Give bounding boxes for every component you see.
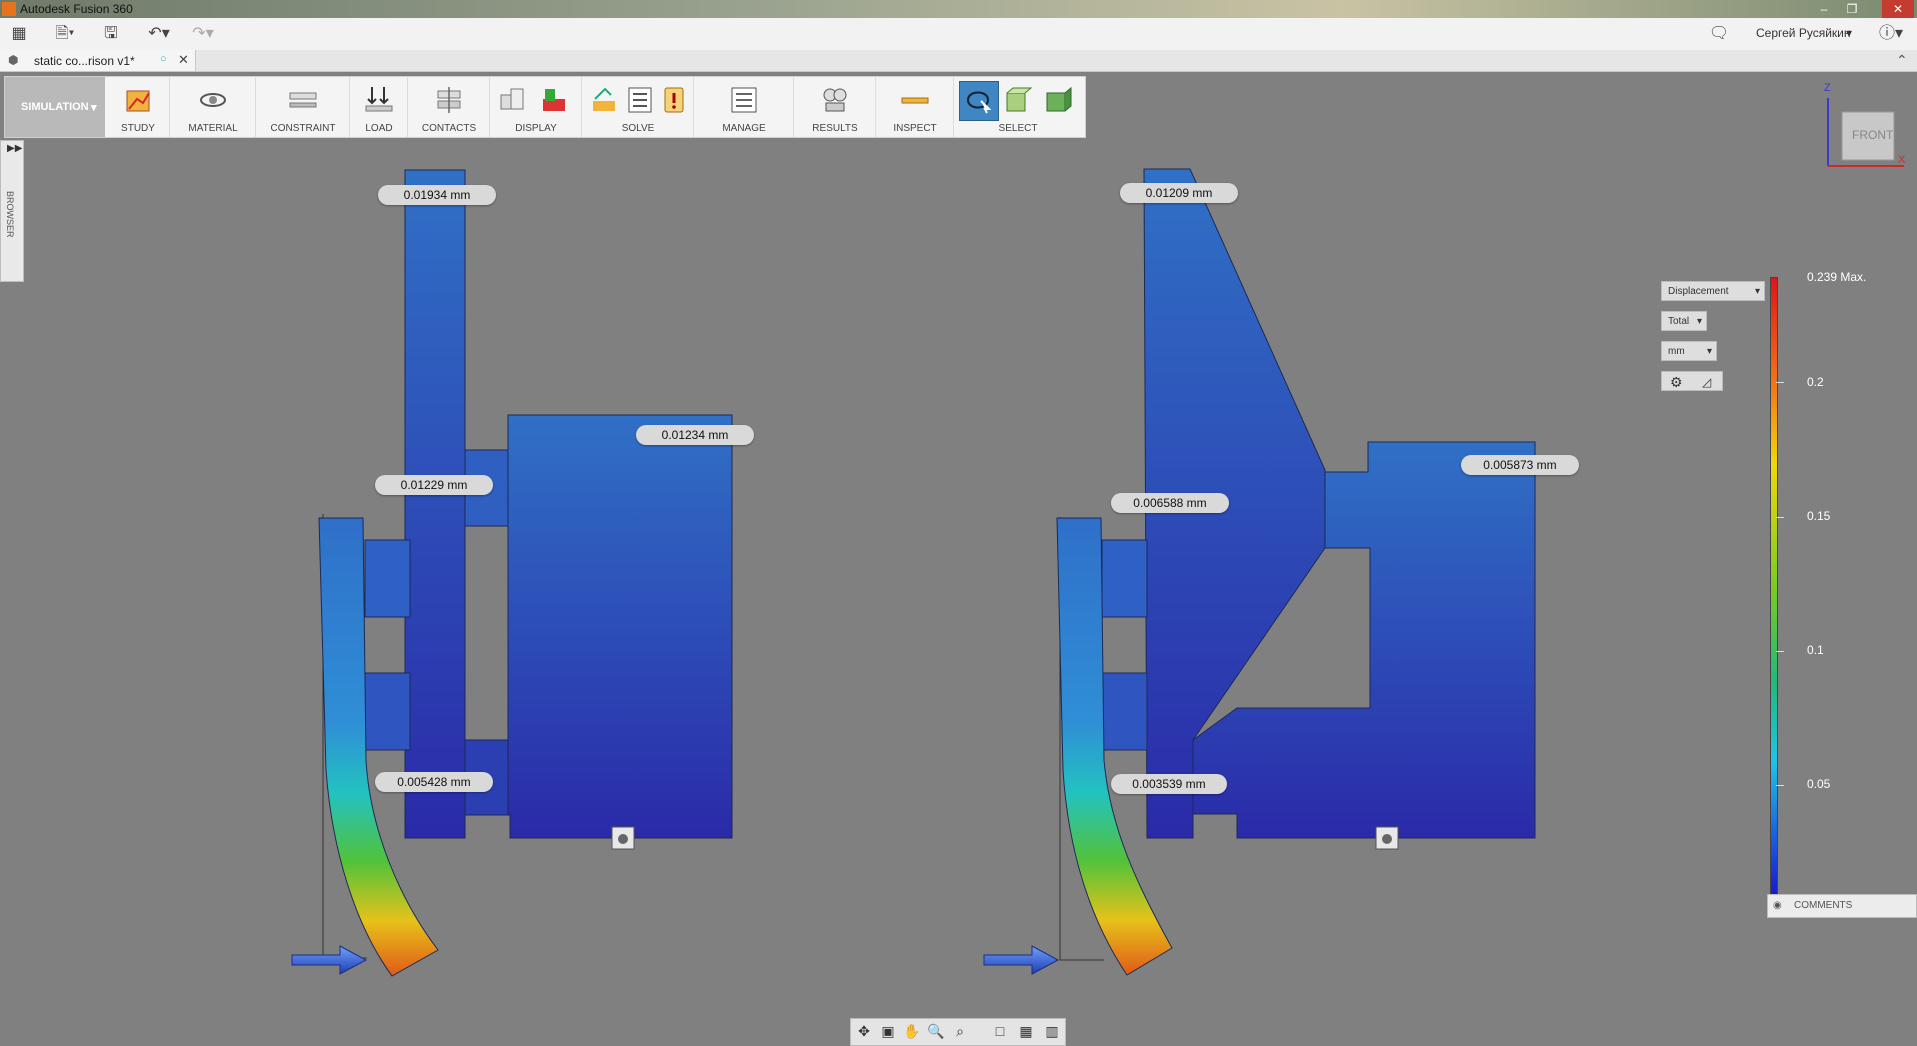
left-box-body	[507, 414, 733, 839]
comments-expand-icon[interactable]: ◉	[1773, 895, 1782, 917]
left-load-arrow-icon[interactable]	[291, 945, 368, 975]
probe-label[interactable]: 0.01234 mm	[636, 425, 754, 445]
probe-label[interactable]: 0.005428 mm	[375, 772, 493, 792]
result-type-value: Displacement	[1668, 286, 1729, 297]
pan-icon[interactable]: ✋	[901, 1022, 923, 1040]
viewports-icon[interactable]: ▥	[1041, 1022, 1063, 1040]
probe-label[interactable]: 0.005873 mm	[1461, 455, 1579, 475]
orbit-icon[interactable]: ✥	[853, 1022, 875, 1040]
zoom-icon[interactable]: 🔍	[925, 1022, 947, 1040]
left-link-lower	[364, 672, 411, 751]
legend-settings-gear-icon[interactable]: ⚙	[1670, 372, 1683, 392]
displacement-color-bar	[1770, 277, 1778, 899]
right-load-arrow-icon[interactable]	[983, 945, 1060, 975]
x-axis-label: X	[1898, 154, 1906, 166]
dropdown-chevron-icon: ▾	[1706, 346, 1712, 357]
comments-label: COMMENTS	[1794, 900, 1853, 911]
comments-panel[interactable]: ◉ COMMENTS	[1767, 894, 1917, 918]
legend-max-label: 0.239 Max.	[1807, 270, 1867, 284]
result-unit-dropdown[interactable]: mm ▾	[1661, 341, 1717, 361]
dropdown-chevron-icon: ▾	[1696, 316, 1702, 327]
view-cube[interactable]: Z X FRONT	[1824, 82, 1906, 168]
navigation-bar: ✥ ▣ ✋ 🔍 ⌕ □ ▦ ▥	[850, 1018, 1066, 1046]
result-type-dropdown[interactable]: Displacement ▾	[1661, 281, 1765, 301]
legend-adjust-icon[interactable]: ◿	[1702, 372, 1711, 392]
legend-tick	[1776, 382, 1784, 383]
legend-tick-label: 0.05	[1807, 777, 1831, 791]
right-link-lower	[1101, 672, 1148, 751]
simulation-viewport[interactable]	[0, 0, 1917, 1045]
right-constraint-dot	[1382, 834, 1392, 844]
probe-label[interactable]: 0.01229 mm	[375, 475, 493, 495]
legend-tick-label: 0.1	[1807, 643, 1824, 657]
right-model[interactable]	[983, 168, 1536, 976]
probe-label[interactable]: 0.006588 mm	[1111, 493, 1229, 513]
legend-tick	[1776, 517, 1784, 518]
legend-tick-label: 0.15	[1807, 509, 1831, 523]
result-unit-value: mm	[1668, 346, 1685, 357]
probe-label[interactable]: 0.01209 mm	[1120, 183, 1238, 203]
legend-settings-bar: ⚙ ◿	[1661, 371, 1723, 391]
dropdown-chevron-icon: ▾	[1754, 286, 1760, 297]
display-settings-icon[interactable]: □	[989, 1022, 1011, 1040]
probe-label[interactable]: 0.01934 mm	[378, 185, 496, 205]
legend-tick	[1776, 785, 1784, 786]
grid-settings-icon[interactable]: ▦	[1015, 1022, 1037, 1040]
right-link-upper	[1101, 539, 1148, 618]
legend-tick	[1776, 651, 1784, 652]
probe-label[interactable]: 0.003539 mm	[1111, 774, 1227, 794]
left-link-upper	[364, 539, 411, 618]
left-tall-column	[404, 169, 466, 839]
look-at-icon[interactable]: ▣	[877, 1022, 899, 1040]
result-component-value: Total	[1668, 316, 1690, 327]
view-cube-face-label: FRONT	[1852, 128, 1894, 142]
legend-tick-label: 0.2	[1807, 375, 1824, 389]
left-model[interactable]	[291, 169, 733, 977]
z-axis-label: Z	[1824, 82, 1831, 94]
result-component-dropdown[interactable]: Total ▾	[1661, 311, 1707, 331]
fit-icon[interactable]: ⌕	[949, 1022, 971, 1040]
left-constraint-dot	[618, 834, 628, 844]
